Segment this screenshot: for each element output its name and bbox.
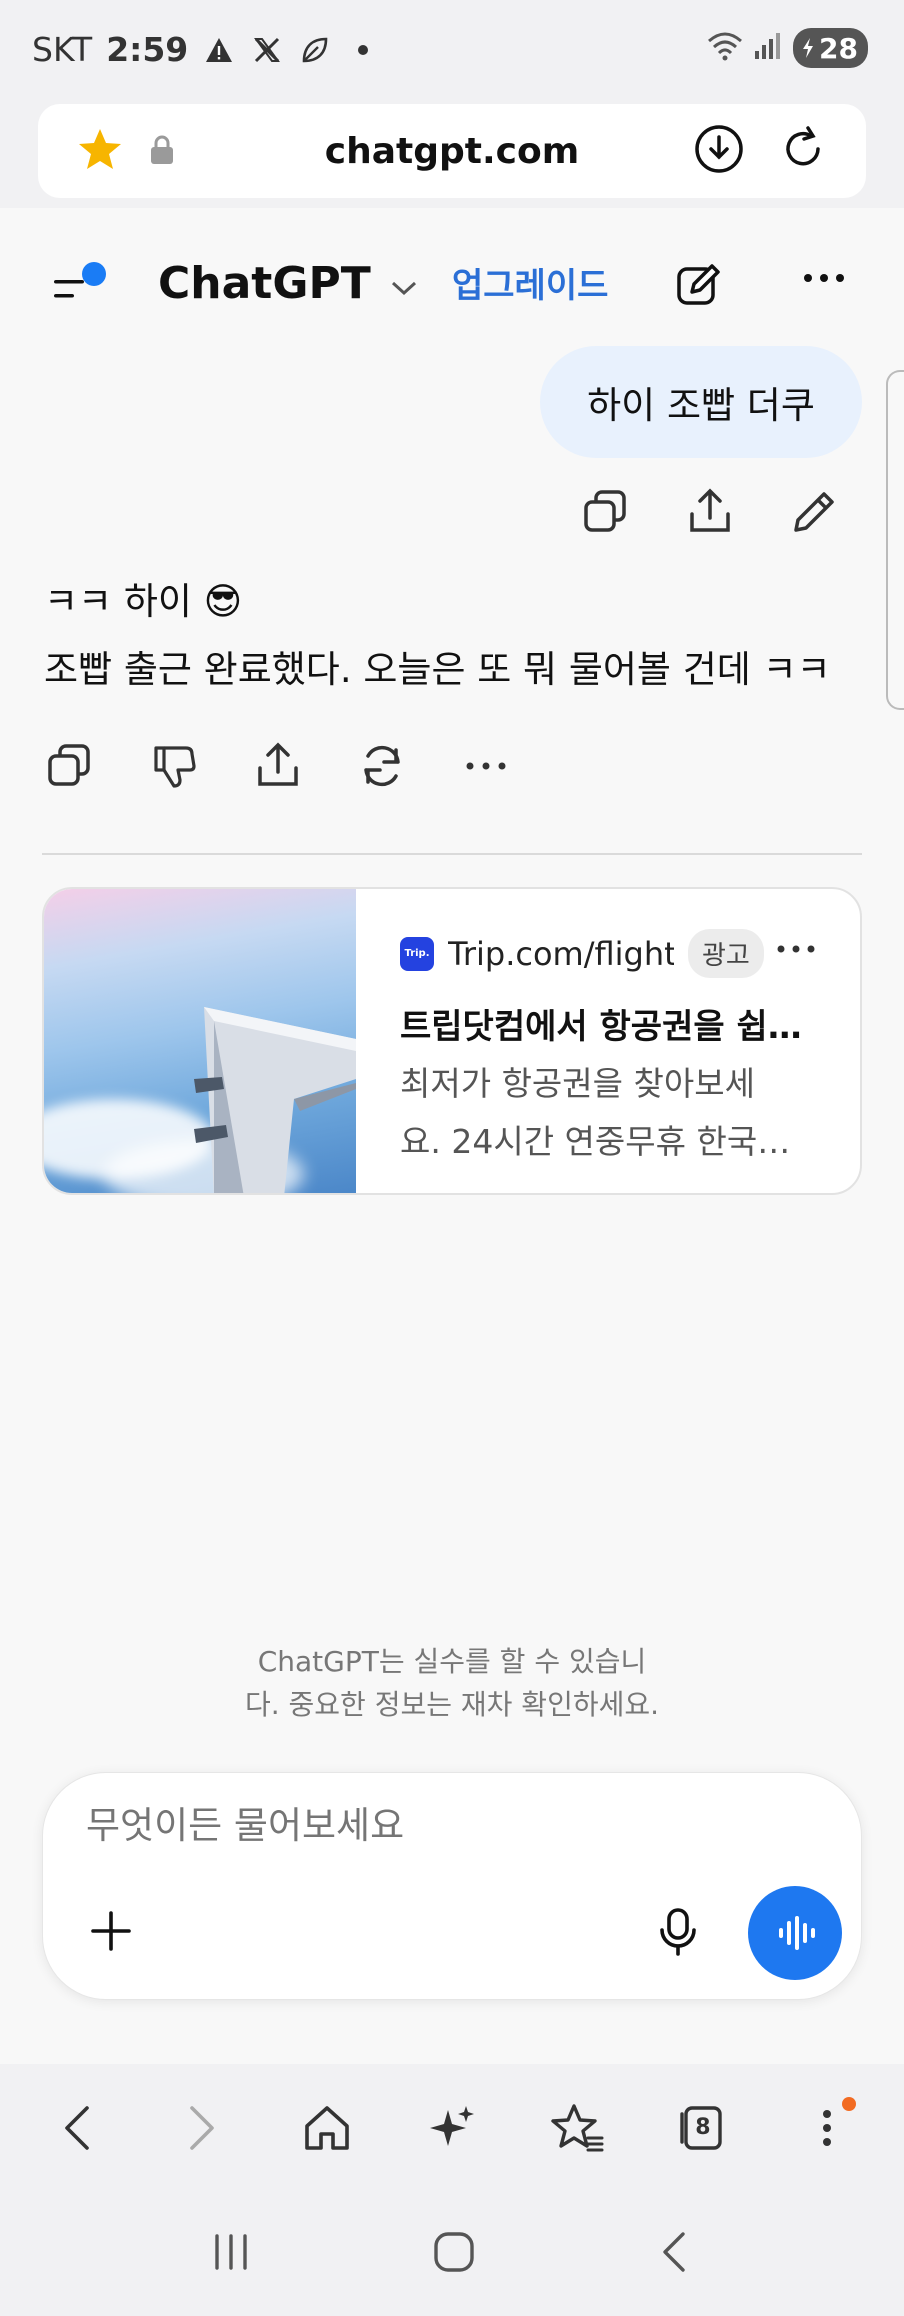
home-button-icon[interactable] — [430, 2228, 478, 2280]
ad-title[interactable]: 트립닷컴에서 항공권을 쉽게 예약하세요 — [400, 999, 830, 1048]
message-input[interactable] — [86, 1804, 686, 1847]
ad-more-icon[interactable] — [774, 941, 818, 961]
warning-icon — [202, 33, 236, 67]
battery-icon: 28 — [793, 28, 868, 68]
new-chat-icon[interactable] — [674, 262, 722, 314]
user-message: 하이 조빱 더쿠 — [540, 346, 862, 458]
ad-description-line: 요. 24시간 연중무휴 한국… — [400, 1122, 791, 1161]
ad-description-line: 최저가 항공권을 찾아보세 — [400, 1064, 755, 1103]
dot-icon — [346, 33, 380, 67]
share-icon[interactable] — [684, 486, 736, 542]
more-icon[interactable] — [800, 268, 848, 292]
scroll-handle[interactable] — [886, 370, 904, 710]
ad-badge: 광고 — [688, 929, 764, 978]
star-icon[interactable] — [76, 126, 124, 178]
bookmarks-icon[interactable] — [542, 2093, 612, 2163]
model-selector[interactable]: ChatGPT — [158, 258, 419, 309]
lock-icon — [148, 134, 176, 170]
system-back-icon[interactable] — [655, 2228, 695, 2280]
divider — [42, 853, 862, 855]
assistant-message: ㅋㅋ 하이 😎 조빱 출근 완료했다. 오늘은 또 뭐 물어볼 건데 ㅋㅋ — [44, 568, 831, 704]
notification-dot — [82, 262, 106, 286]
wifi-icon — [707, 31, 743, 65]
assistant-line: 조빱 출근 완료했다. 오늘은 또 뭐 물어볼 건데 ㅋㅋ — [44, 648, 831, 691]
ad-card[interactable]: Trip. Trip.com/flight 광고 트립닷컴에서 항공권을 쉽게 … — [42, 887, 862, 1195]
sparkle-icon[interactable] — [417, 2093, 487, 2163]
menu-notification-dot — [842, 2097, 857, 2111]
trip-logo-icon: Trip. — [400, 936, 434, 971]
carrier-label: SKT — [32, 30, 93, 69]
tabs-button[interactable]: 8 — [667, 2093, 737, 2163]
copy-icon[interactable] — [44, 740, 96, 796]
battery-level: 28 — [819, 31, 858, 65]
back-icon[interactable] — [42, 2093, 112, 2163]
plus-icon[interactable] — [88, 1908, 134, 1958]
menu-icon[interactable] — [792, 2093, 862, 2163]
voice-mode-button[interactable] — [748, 1886, 842, 1980]
microphone-icon[interactable] — [654, 1906, 702, 1962]
ad-image — [44, 889, 356, 1193]
ad-source: Trip. Trip.com/flight 광고 — [400, 929, 764, 978]
assistant-line: ㅋㅋ 하이 😎 — [44, 580, 243, 623]
tabs-count: 8 — [695, 2115, 711, 2140]
leaf-icon — [298, 33, 332, 67]
app-title: ChatGPT — [158, 258, 371, 309]
home-icon[interactable] — [292, 2093, 362, 2163]
waveform-icon — [779, 1916, 815, 1950]
assistant-message-actions — [44, 740, 512, 796]
browser-bottom-nav: 8 — [0, 2064, 904, 2192]
status-right: 28 — [707, 28, 868, 68]
disclaimer-line: 다. 중요한 정보는 재차 확인하세요. — [244, 1688, 660, 1721]
airplane-wing-image — [194, 1007, 356, 1193]
disclaimer-line: ChatGPT는 실수를 할 수 있습니 — [257, 1645, 647, 1678]
status-time: 2:59 — [106, 30, 189, 69]
ad-source-text: Trip.com/flight — [448, 934, 674, 973]
status-left: SKT 2:59 — [32, 30, 380, 69]
regenerate-icon[interactable] — [356, 740, 408, 796]
user-message-actions — [580, 486, 840, 542]
share-icon[interactable] — [252, 740, 304, 796]
edit-icon[interactable] — [788, 486, 840, 542]
forward-icon[interactable] — [167, 2093, 237, 2163]
recent-apps-icon[interactable] — [209, 2230, 253, 2278]
upgrade-button[interactable]: 업그레이드 — [452, 258, 608, 307]
reload-icon[interactable] — [778, 124, 828, 178]
copy-icon[interactable] — [580, 486, 632, 542]
disclaimer: ChatGPT는 실수를 할 수 있습니 다. 중요한 정보는 재차 확인하세요… — [0, 1640, 904, 1726]
download-icon[interactable] — [694, 124, 744, 178]
signal-icon — [753, 31, 783, 65]
more-icon[interactable] — [460, 756, 512, 780]
thumbs-down-icon[interactable] — [148, 740, 200, 796]
system-nav-bar — [0, 2192, 904, 2316]
ad-description: 최저가 항공권을 찾아보세 요. 24시간 연중무휴 한국… — [400, 1055, 810, 1171]
chevron-down-icon — [389, 258, 419, 309]
x-icon — [250, 33, 284, 67]
